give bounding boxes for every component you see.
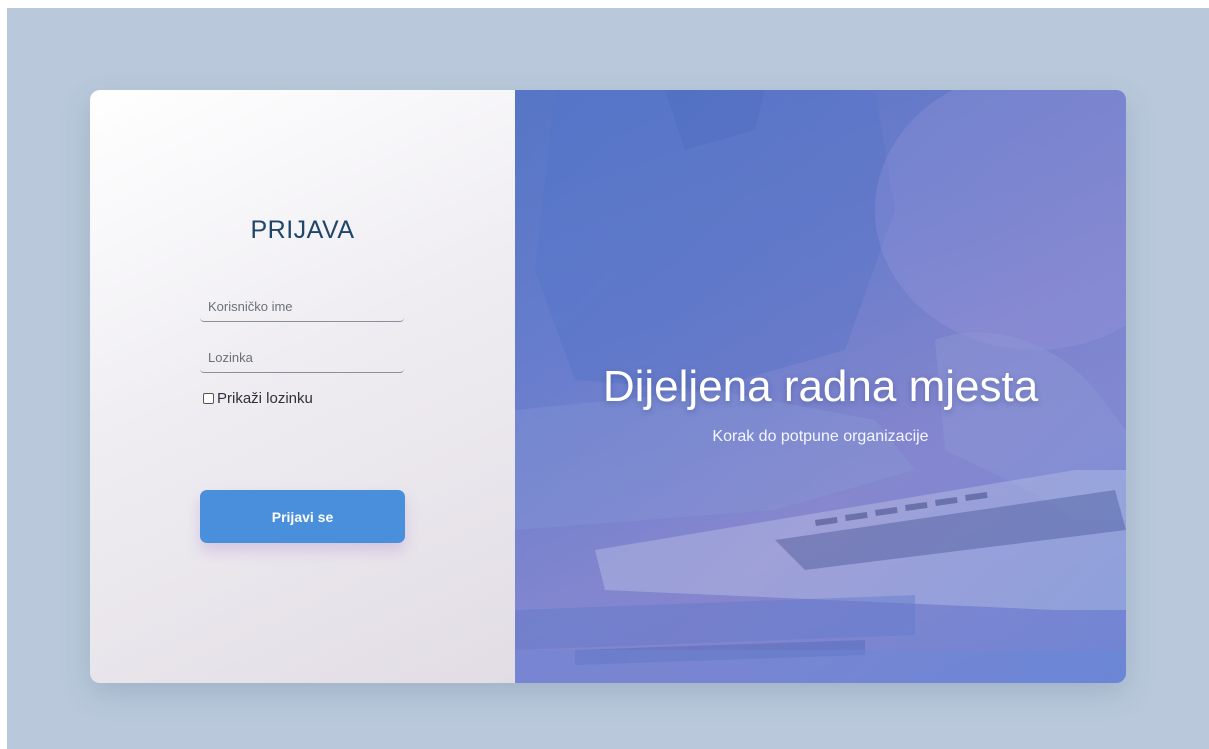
login-card: PRIJAVA Prikaži lozinku Prijavi se: [90, 90, 1126, 683]
page-background: PRIJAVA Prikaži lozinku Prijavi se: [7, 8, 1209, 749]
login-title: PRIJAVA: [250, 216, 355, 244]
password-input[interactable]: [200, 342, 404, 372]
login-panel: PRIJAVA Prikaži lozinku Prijavi se: [90, 90, 515, 683]
hero-panel: Dijeljena radna mjesta Korak do potpune …: [515, 90, 1126, 683]
show-password-label: Prikaži lozinku: [217, 390, 313, 407]
show-password-checkbox[interactable]: [203, 393, 214, 404]
show-password-toggle[interactable]: Prikaži lozinku: [203, 390, 313, 407]
hero-title: Dijeljena radna mjesta: [602, 362, 1039, 411]
password-field[interactable]: [200, 342, 404, 373]
hero-subtitle: Korak do potpune organizacije: [712, 428, 929, 445]
username-field[interactable]: [200, 291, 404, 322]
login-button[interactable]: Prijavi se: [200, 490, 405, 543]
username-input[interactable]: [200, 291, 404, 321]
